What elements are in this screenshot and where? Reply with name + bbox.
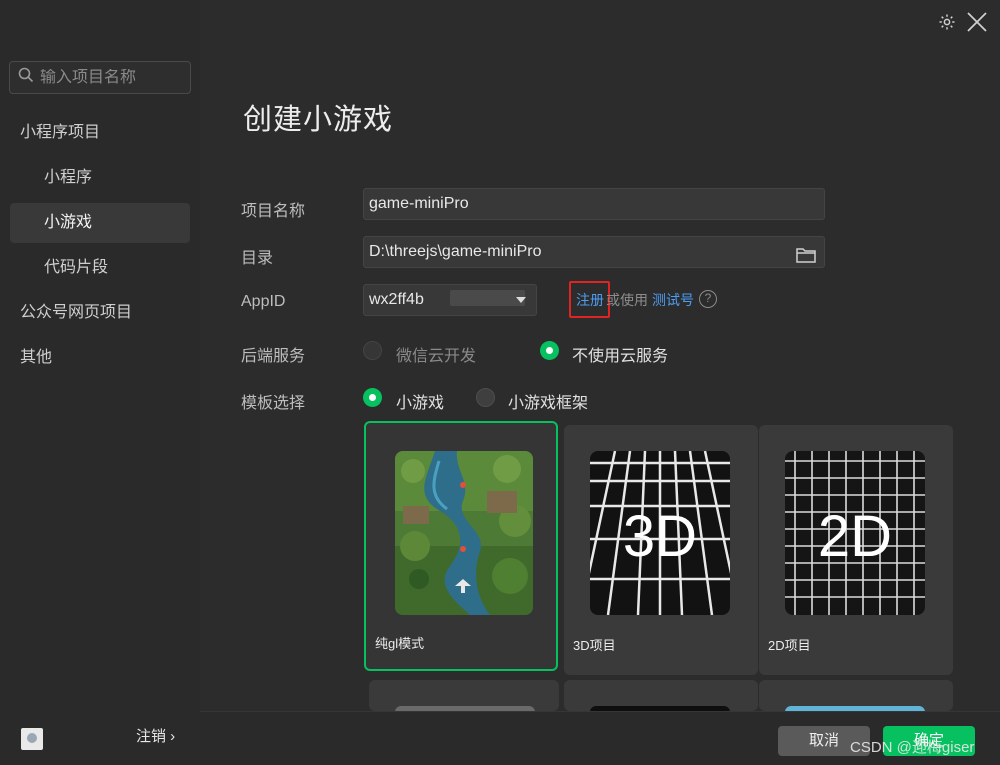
chevron-down-icon[interactable]	[516, 297, 526, 303]
search-box[interactable]	[9, 61, 191, 94]
main-panel: 创建小游戏 项目名称 game-miniPro 目录 D:\threejs\ga…	[200, 0, 1000, 711]
close-icon[interactable]	[966, 11, 988, 38]
help-icon[interactable]: ?	[699, 290, 717, 308]
radio-cloud-dev[interactable]	[363, 341, 382, 360]
directory-input[interactable]: D:\threejs\game-miniPro	[363, 236, 825, 268]
sidebar-item-minigame[interactable]: 小游戏	[10, 203, 190, 243]
search-icon	[18, 67, 34, 88]
card-label: 2D项目	[768, 638, 811, 653]
sidebar-item-miniprogram[interactable]: 小程序	[10, 158, 190, 198]
sidebar: 小程序项目 小程序 小游戏 代码片段 公众号网页项目 其他 注销 ›	[0, 0, 200, 765]
appid-value: wx2ff4b	[369, 291, 424, 308]
card-label: 3D项目	[573, 638, 616, 653]
watermark: CSDN @迎梅giser	[850, 739, 975, 756]
window-controls	[938, 11, 988, 38]
template-card-3d[interactable]: 3D 3D项目	[564, 425, 758, 675]
sidebar-item-official-account-web[interactable]: 公众号网页项目	[10, 293, 190, 333]
template-card-partial[interactable]	[369, 680, 559, 711]
gear-icon[interactable]	[938, 13, 956, 36]
sidebar-item-code-snippets[interactable]: 代码片段	[10, 248, 190, 288]
or-use-text: 或使用	[606, 292, 648, 308]
template-label: 模板选择	[241, 395, 306, 412]
radio-label-minigame-framework: 小游戏框架	[508, 395, 589, 412]
folder-icon[interactable]	[796, 244, 816, 274]
radio-minigame-framework[interactable]	[476, 388, 495, 407]
thumb-2d-text: 2D	[817, 504, 893, 569]
game-map-thumbnail	[395, 451, 533, 615]
project-name-input[interactable]: game-miniPro	[363, 188, 825, 220]
project-name-label: 项目名称	[241, 203, 306, 220]
sidebar-item-miniprogram-projects[interactable]: 小程序项目	[10, 113, 190, 153]
directory-label: 目录	[241, 250, 274, 267]
appid-label: AppID	[241, 293, 286, 310]
logout-button[interactable]: 注销 ›	[136, 725, 175, 746]
template-card-partial[interactable]	[759, 680, 953, 711]
radio-no-cloud[interactable]	[540, 341, 559, 360]
sidebar-item-other[interactable]: 其他	[10, 338, 190, 378]
card-label: 纯gl模式	[375, 636, 425, 651]
sidebar-footer: 注销 ›	[0, 711, 200, 765]
template-card-partial[interactable]	[564, 680, 758, 711]
directory-value: D:\threejs\game-miniPro	[369, 243, 542, 260]
template-card-pure-gl[interactable]: 纯gl模式	[364, 421, 558, 671]
backend-label: 后端服务	[241, 348, 306, 365]
register-link[interactable]: 注册	[576, 290, 604, 310]
avatar[interactable]	[21, 728, 43, 750]
appid-select[interactable]: wx2ff4b	[363, 284, 537, 316]
test-account-link[interactable]: 测试号	[652, 290, 694, 310]
search-input[interactable]	[40, 68, 180, 87]
radio-label-cloud-dev: 微信云开发	[396, 348, 477, 365]
radio-label-no-cloud: 不使用云服务	[572, 348, 669, 365]
grid-2d-thumbnail: 2D	[785, 451, 925, 615]
page-title: 创建小游戏	[243, 104, 394, 136]
template-card-2d[interactable]: 2D 2D项目	[759, 425, 953, 675]
thumb-3d-text: 3D	[622, 504, 698, 569]
radio-label-minigame: 小游戏	[396, 395, 445, 412]
radio-minigame[interactable]	[363, 388, 382, 407]
appid-redaction	[450, 290, 525, 306]
grid-3d-thumbnail: 3D	[590, 451, 730, 615]
